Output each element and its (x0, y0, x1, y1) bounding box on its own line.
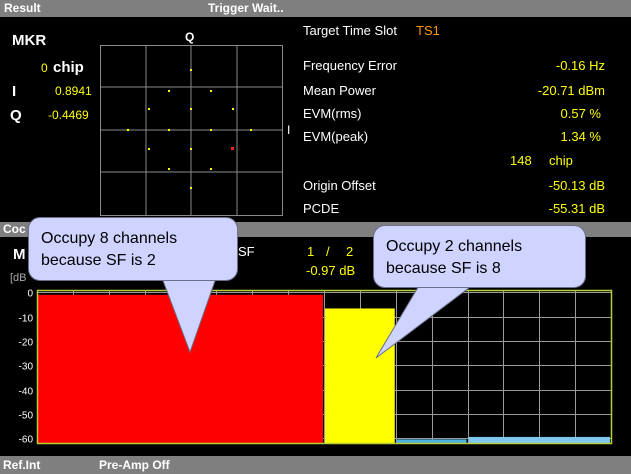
evm-peak-chip-unit: chip (549, 153, 573, 168)
frequency-error-label: Frequency Error (303, 58, 397, 73)
callout-right-text: Occupy 2 channels because SF is 8 (386, 238, 523, 277)
constellation-point (127, 129, 129, 131)
code-channel-bar (325, 308, 395, 443)
callout-right: Occupy 2 channels because SF is 8 (373, 225, 586, 288)
marker-i-label: I (12, 83, 17, 100)
status-preamp: Pre-Amp Off (99, 458, 170, 472)
code-domain-level-value: -0.97 dB (306, 263, 356, 278)
constellation-point (168, 90, 170, 92)
callout-right-pointer (375, 283, 476, 359)
constellation-point (190, 69, 192, 71)
origin-offset-value: -50.13 dB (548, 178, 605, 193)
y-tick-label: -10 (19, 314, 34, 325)
constellation-point (210, 90, 212, 92)
sf-slash: / (326, 244, 330, 259)
constellation-q-axis-label: Q (185, 30, 195, 44)
constellation-point (250, 129, 252, 131)
target-time-slot-label: Target Time Slot (303, 23, 397, 38)
constellation-i-axis-label: I (287, 123, 291, 137)
trigger-status: Trigger Wait.. (208, 1, 284, 15)
code-domain-unit-label: [dB (10, 272, 27, 284)
code-channel-bar (468, 436, 610, 443)
constellation-point (148, 148, 150, 150)
evm-rms-label: EVM(rms) (303, 106, 362, 121)
marker-position-value: 0 (41, 61, 48, 75)
origin-offset-label: Origin Offset (303, 178, 376, 193)
sf-value-2: 2 (346, 244, 354, 259)
code-channel-bar (38, 294, 323, 443)
evm-peak-value: 1.34 % (560, 129, 601, 144)
constellation-point (232, 108, 234, 110)
marker-q-label: Q (10, 107, 22, 124)
constellation-point (148, 108, 150, 110)
sf-value-1: 1 (307, 244, 315, 259)
pcde-value: -55.31 dB (548, 201, 605, 216)
pcde-label: PCDE (303, 201, 340, 216)
constellation-marker-point (231, 147, 234, 150)
result-title: Result (4, 1, 41, 15)
marker-i-value: 0.8941 (55, 84, 92, 98)
mean-power-label: Mean Power (303, 83, 376, 98)
y-tick-label: -60 (19, 435, 34, 446)
mean-power-value: -20.71 dBm (537, 83, 605, 98)
constellation-point (210, 129, 212, 131)
status-bar: Ref.Int Pre-Amp Off (0, 456, 631, 474)
constellation-point (190, 148, 192, 150)
callout-left-text: Occupy 8 channels because SF is 2 (41, 230, 178, 269)
chart-frame (36, 289, 613, 445)
evm-peak-label: EVM(peak) (303, 129, 369, 144)
marker-position-unit: chip (53, 59, 84, 76)
constellation-point (168, 168, 170, 170)
frequency-error-value: -0.16 Hz (555, 58, 605, 73)
constellation-point (190, 187, 192, 189)
y-tick-label: -30 (19, 362, 34, 373)
constellation-point (190, 108, 192, 110)
callout-left: Occupy 8 channels because SF is 2 (28, 217, 238, 281)
marker-q-value: -0.4469 (48, 108, 89, 122)
code-channel-bar (396, 439, 467, 443)
callout-left-pointer (161, 277, 217, 354)
status-ref: Ref.Int (3, 458, 41, 472)
y-tick-label: -40 (19, 387, 34, 398)
evm-rms-value: 0.57 % (560, 106, 601, 121)
y-tick-label: -50 (19, 411, 34, 422)
code-domain-title: Coc (3, 222, 26, 236)
y-tick-label: -20 (19, 338, 34, 349)
target-time-slot-value: TS1 (416, 23, 440, 38)
mkr-label: MKR (12, 32, 47, 49)
constellation-point (168, 129, 170, 131)
sf-label: SF (238, 244, 255, 259)
result-title-bar: Result Trigger Wait.. (0, 0, 631, 17)
evm-peak-chip-value: 148 (510, 153, 532, 168)
y-tick-label: 0 (27, 289, 33, 300)
code-domain-marker-label: M (13, 246, 26, 263)
constellation-point (210, 168, 212, 170)
